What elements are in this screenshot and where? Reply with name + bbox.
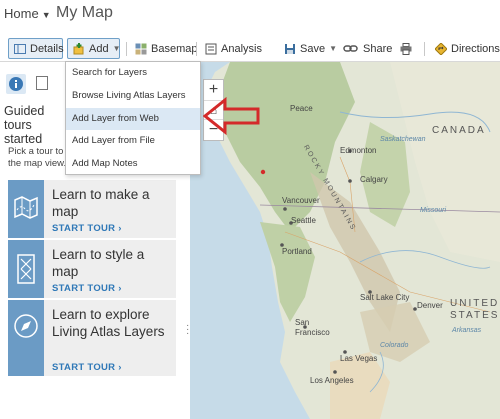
map-label-peace: Peace <box>290 104 313 113</box>
details-icon <box>14 43 26 55</box>
map-title: My Map <box>56 4 113 21</box>
map-label-seattle: Seattle <box>291 216 316 225</box>
info-icon <box>9 77 23 91</box>
tour-title: Learn to style a map <box>52 247 145 279</box>
add-label: Add <box>89 42 109 55</box>
map-label-salt-lake-city: Salt Lake City <box>360 293 410 302</box>
print-icon <box>400 42 412 55</box>
map-label-missouri: Missouri <box>420 207 447 214</box>
analysis-icon <box>205 43 217 55</box>
tour-title: Learn to explore Living Atlas Layers <box>52 307 165 339</box>
add-dropdown-menu: Search for Layers Browse Living Atlas La… <box>65 61 201 175</box>
map-label-los-angeles: Los Angeles <box>310 376 354 385</box>
tour-card[interactable]: Learn to make a map START TOUR › <box>8 180 176 238</box>
map-label-san-francisco: San Francisco <box>295 318 330 337</box>
chevron-down-icon: ▼ <box>112 44 121 53</box>
details-label: Details <box>30 42 64 55</box>
compass-icon <box>8 300 44 376</box>
map-label-denver: Denver <box>417 301 443 310</box>
basemap-grid-icon <box>135 43 147 55</box>
directions-icon <box>434 41 448 56</box>
map-label-calgary: Calgary <box>360 175 388 184</box>
toolbar: Details Add ▼ Basemap Analysis Save ▼ Sh… <box>0 34 500 62</box>
panel-resize-handle[interactable]: · · · <box>186 321 189 339</box>
map-label-saskatchewan: Saskatchewan <box>380 136 426 143</box>
menu-item-search-layers[interactable]: Search for Layers <box>66 62 200 85</box>
map-label-portland: Portland <box>282 247 312 256</box>
toolbar-divider <box>126 42 127 56</box>
home-menu[interactable]: Home ▼ <box>4 6 51 21</box>
menu-item-add-map-notes[interactable]: Add Map Notes <box>66 153 200 176</box>
start-tour-link[interactable]: START TOUR › <box>52 362 122 373</box>
toolbar-divider <box>196 42 197 56</box>
menu-item-add-layer-web[interactable]: Add Layer from Web <box>66 107 200 131</box>
map-label-canada: CANADA <box>432 125 486 136</box>
directions-label: Directions <box>451 42 500 55</box>
tour-card[interactable]: Learn to style a map START TOUR › <box>8 240 176 298</box>
menu-item-browse-living-atlas[interactable]: Browse Living Atlas Layers <box>66 85 200 108</box>
toolbar-divider <box>424 42 425 56</box>
map-label-las-vegas: Las Vegas <box>340 354 378 363</box>
tour-card[interactable]: Learn to explore Living Atlas Layers STA… <box>8 300 176 376</box>
details-button[interactable]: Details <box>8 38 64 59</box>
map-label-arkansas: Arkansas <box>452 327 482 334</box>
basemap-button[interactable]: Basemap <box>130 38 202 59</box>
start-tour-link[interactable]: START TOUR › <box>52 283 122 294</box>
analysis-button[interactable]: Analysis <box>200 38 267 59</box>
share-link-icon <box>343 43 359 55</box>
start-tour-link[interactable]: START TOUR › <box>52 223 122 234</box>
save-button[interactable]: Save ▼ <box>279 38 342 59</box>
add-layer-icon <box>73 42 85 55</box>
save-icon <box>284 43 296 55</box>
annotation-arrow-icon <box>203 97 260 135</box>
add-button[interactable]: Add ▼ <box>67 38 121 59</box>
content-tab-icon[interactable] <box>36 76 48 90</box>
basemap-label: Basemap <box>151 42 198 55</box>
chevron-down-icon: ▼ <box>329 44 337 53</box>
style-icon <box>8 240 44 298</box>
home-label[interactable]: Home <box>4 6 39 21</box>
guided-tours-title: Guided tours started <box>4 104 45 146</box>
map-icon <box>8 180 44 238</box>
app-header: Home ▼ My Map <box>0 0 500 34</box>
map-label-vancouver: Vancouver <box>282 196 320 205</box>
analysis-label: Analysis <box>221 42 262 55</box>
chevron-down-icon[interactable]: ▼ <box>42 10 51 20</box>
about-tab[interactable] <box>6 74 26 94</box>
map-label-colorado: Colorado <box>380 342 409 349</box>
map-label-united-states: UNITED STATES <box>450 298 500 321</box>
map-label-edmonton: Edmonton <box>340 146 377 155</box>
menu-item-add-layer-file[interactable]: Add Layer from File <box>66 130 200 153</box>
tour-title: Learn to make a map <box>52 187 150 219</box>
save-label: Save <box>300 42 326 55</box>
directions-button[interactable]: Directions <box>430 38 500 59</box>
print-button[interactable] <box>395 38 417 59</box>
share-button[interactable]: Share <box>338 38 397 59</box>
share-label: Share <box>363 42 393 55</box>
